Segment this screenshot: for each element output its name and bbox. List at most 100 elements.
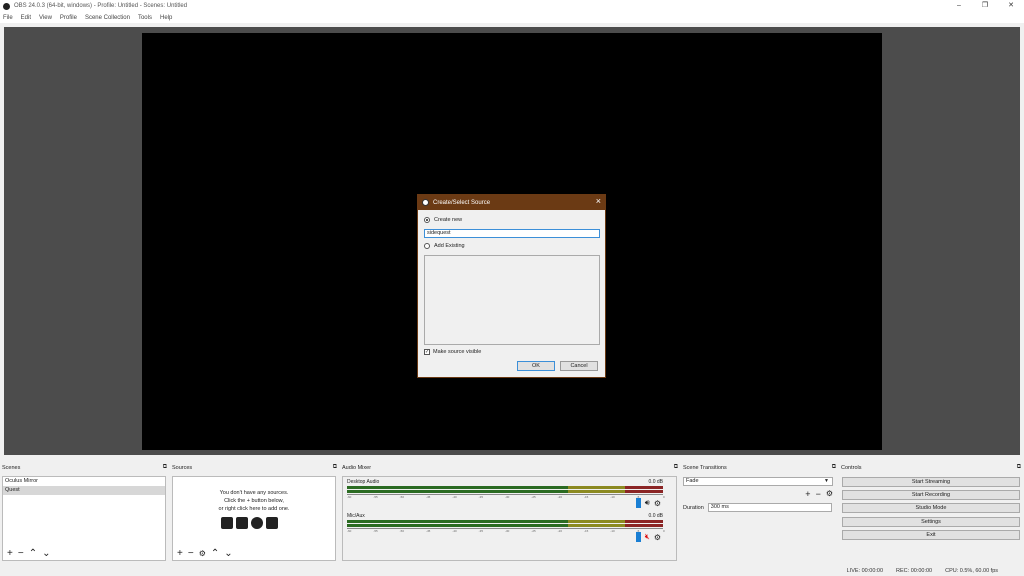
channel-name: Mic/Aux	[347, 513, 365, 519]
meter-tick-label: 0	[663, 529, 665, 533]
volume-slider[interactable]	[635, 498, 641, 508]
meter-tick-label: -40	[452, 495, 457, 499]
menu-scene-collection[interactable]: Scene Collection	[85, 15, 130, 21]
undock-icon[interactable]: ⧉	[832, 464, 836, 471]
undock-icon[interactable]: ⧉	[1017, 464, 1021, 471]
mixer-header: Audio Mixer ⧉	[340, 463, 681, 472]
cpu-status: CPU: 0.5%, 60.00 fps	[945, 567, 998, 574]
remove-icon[interactable]: −	[188, 549, 194, 559]
create-new-option[interactable]: Create new	[424, 217, 462, 223]
exit-button[interactable]: Exit	[842, 530, 1020, 540]
transition-value: Fade	[686, 478, 699, 484]
scene-transitions-dock: Scene Transitions ⧉ Fade ▼ + − ⚙ Duratio…	[681, 463, 839, 561]
sources-dock: Sources ⧉ You don't have any sources. Cl…	[170, 463, 340, 561]
scenes-toolbar: + − ⌃ ⌄	[7, 549, 50, 559]
speaker-icon[interactable]: 🔊︎	[645, 498, 650, 508]
menu-tools[interactable]: Tools	[138, 15, 152, 21]
controls-title: Controls	[841, 464, 862, 471]
remove-icon[interactable]: −	[18, 549, 24, 559]
mixer-title: Audio Mixer	[342, 464, 372, 471]
scenes-dock: Scenes ⧉ Oculus Mirror Quest + − ⌃ ⌄	[0, 463, 170, 561]
menu-view[interactable]: View	[39, 15, 52, 21]
move-up-icon[interactable]: ⌃	[211, 549, 219, 559]
undock-icon[interactable]: ⧉	[333, 464, 337, 471]
studio-mode-button[interactable]: Studio Mode	[842, 503, 1020, 513]
channel-name: Desktop Audio	[347, 479, 380, 485]
sources-header: Sources ⧉	[170, 463, 340, 472]
scenes-list[interactable]: Oculus Mirror Quest + − ⌃ ⌄	[2, 476, 166, 561]
obs-logo-icon	[3, 2, 10, 10]
meter-ticks: -60 -55 -50 -45 -40 -35 -30 -25 -20 -15 -10 -5 0	[347, 528, 665, 533]
meter-tick-label: -10	[610, 529, 615, 533]
add-icon[interactable]: +	[7, 549, 13, 559]
duration-input[interactable]: 300 ms	[707, 503, 832, 512]
controls-buttons: Start Streaming Start Recording Studio M…	[842, 477, 1022, 561]
gear-icon[interactable]: ⚙	[654, 533, 661, 542]
gear-icon[interactable]: ⚙	[199, 549, 206, 559]
radio-selected-icon[interactable]	[424, 217, 430, 223]
cancel-button[interactable]: Cancel	[560, 361, 598, 371]
create-new-label: Create new	[434, 217, 463, 223]
add-icon[interactable]: +	[177, 549, 183, 559]
meter-tick-label: -35	[478, 529, 483, 533]
muted-speaker-icon[interactable]: 🔇︎	[645, 532, 650, 542]
move-down-icon[interactable]: ⌄	[224, 549, 232, 559]
make-visible-option[interactable]: ✓ Make source visible	[424, 349, 481, 355]
dialog-titlebar: Create/Select Source ×	[418, 195, 605, 210]
sources-list[interactable]: You don't have any sources. Click the + …	[172, 476, 336, 561]
gear-icon[interactable]: ⚙	[654, 499, 661, 508]
volume-slider[interactable]	[635, 532, 641, 542]
volume-meter	[347, 486, 663, 489]
menu-help[interactable]: Help	[160, 15, 172, 21]
radio-unselected-icon[interactable]	[424, 243, 430, 249]
gear-icon[interactable]: ⚙	[826, 489, 833, 499]
make-visible-label: Make source visible	[433, 349, 482, 355]
image-icon	[221, 517, 233, 529]
menu-file[interactable]: File	[3, 15, 13, 21]
empty-line: You don't have any sources.	[219, 490, 289, 496]
settings-button[interactable]: Settings	[842, 517, 1020, 527]
window-title: OBS 24.0.3 (64-bit, windows) - Profile: …	[14, 3, 188, 9]
close-icon[interactable]: ✕	[998, 0, 1024, 12]
browser-icon	[251, 517, 263, 529]
sources-title: Sources	[172, 464, 193, 471]
source-name-input[interactable]: sidequest	[424, 229, 600, 238]
meter-ticks: -60 -55 -50 -45 -40 -35 -30 -25 -20 -15 -10 -5 0	[347, 494, 665, 499]
dialog-close-icon[interactable]: ×	[596, 196, 601, 206]
scene-item-selected[interactable]: Quest	[3, 486, 165, 495]
move-up-icon[interactable]: ⌃	[29, 549, 37, 559]
checkbox-checked-icon[interactable]: ✓	[424, 349, 430, 355]
rec-status: REC: 00:00:00	[896, 567, 933, 574]
mixer-body: Desktop Audio 0.0 dB -60 -55 -50 -45 -40 -35 -…	[342, 476, 677, 561]
camera-icon	[266, 517, 278, 529]
meter-tick-label: -20	[557, 495, 562, 499]
source-type-icons	[221, 517, 278, 529]
scenes-header: Scenes ⧉	[0, 463, 170, 472]
move-down-icon[interactable]: ⌄	[42, 549, 50, 559]
add-existing-option[interactable]: Add Existing	[424, 243, 465, 249]
transitions-title: Scene Transitions	[683, 464, 727, 471]
menu-profile[interactable]: Profile	[60, 15, 77, 21]
menu-edit[interactable]: Edit	[21, 15, 31, 21]
add-existing-label: Add Existing	[434, 243, 465, 249]
channel-db: 0.0 dB	[648, 513, 663, 519]
remove-icon[interactable]: −	[816, 489, 821, 499]
ok-button[interactable]: OK	[517, 361, 555, 371]
channel-controls: 🔊︎ ⚙	[635, 498, 661, 508]
start-streaming-button[interactable]: Start Streaming	[842, 477, 1020, 487]
meter-tick-label: -15	[584, 529, 589, 533]
dialog-title: Create/Select Source	[433, 199, 491, 206]
undock-icon[interactable]: ⧉	[674, 464, 678, 471]
minimize-icon[interactable]: –	[946, 0, 972, 12]
undock-icon[interactable]: ⧉	[163, 464, 167, 471]
meter-tick-label: -25	[531, 495, 536, 499]
add-icon[interactable]: +	[805, 489, 810, 499]
meter-tick-label: -45	[426, 495, 431, 499]
existing-sources-list[interactable]	[424, 255, 600, 345]
scene-item[interactable]: Oculus Mirror	[3, 477, 165, 486]
start-recording-button[interactable]: Start Recording	[842, 490, 1020, 500]
transition-select[interactable]: Fade ▼	[683, 477, 833, 486]
scenes-title: Scenes	[2, 464, 21, 471]
maximize-icon[interactable]: ❐	[972, 0, 998, 12]
meter-tick-label: -10	[610, 495, 615, 499]
